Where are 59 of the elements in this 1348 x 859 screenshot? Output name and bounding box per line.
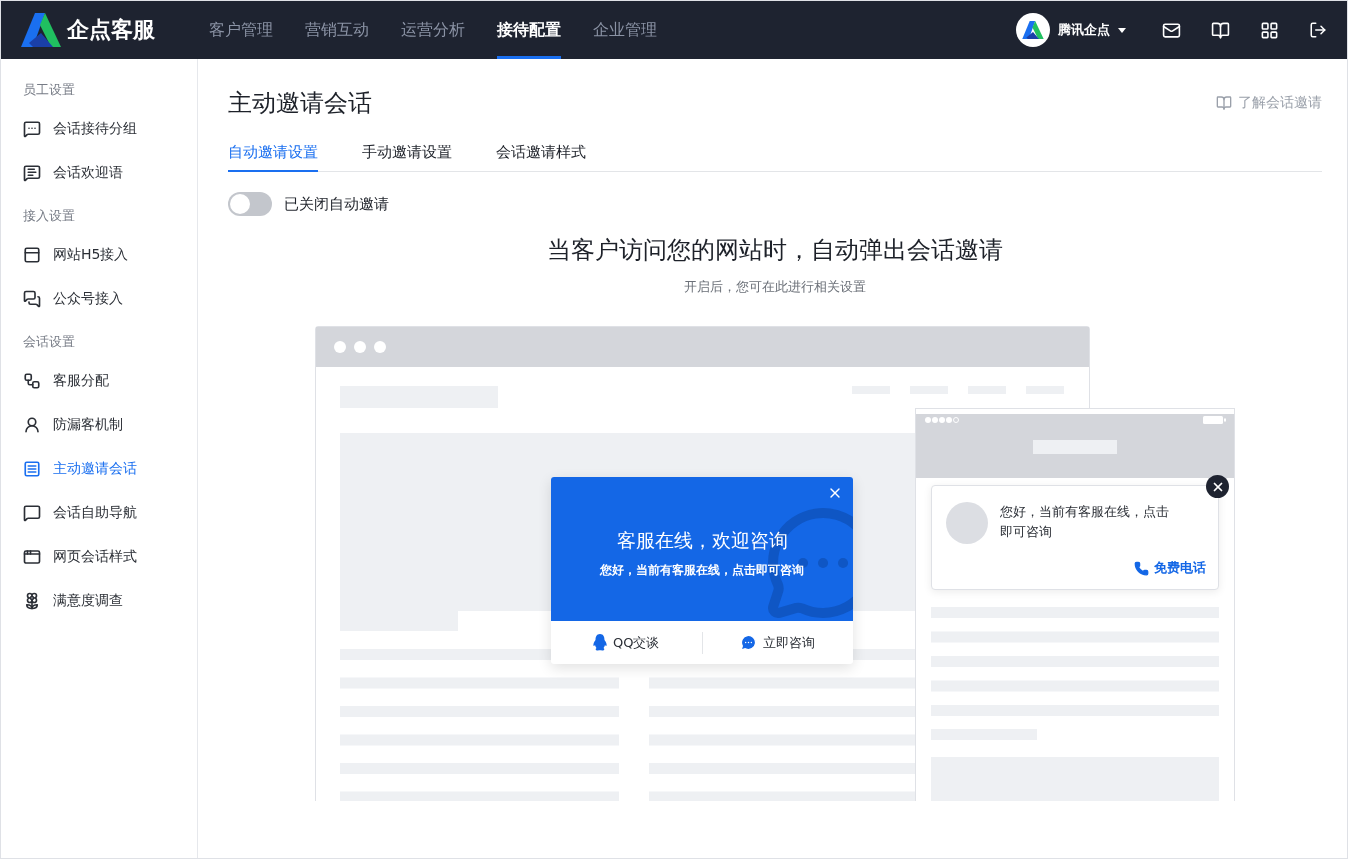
grid-icon[interactable] [1260, 20, 1279, 40]
sidebar-item[interactable]: 防漏客机制 [1, 403, 197, 447]
popup-title: 客服在线，欢迎咨询 [616, 527, 788, 553]
nav-tab[interactable]: 运营分析 [401, 1, 465, 59]
sidebar-item-icon [23, 592, 41, 610]
sidebar-item-icon [23, 372, 41, 390]
nav-tab[interactable]: 营销互动 [305, 1, 369, 59]
sidebar-item[interactable]: 会话欢迎语 [1, 151, 197, 195]
sidebar-item[interactable]: 公众号接入 [1, 277, 197, 321]
consult-button[interactable]: 立即咨询 [702, 632, 853, 653]
book-icon [1216, 95, 1232, 111]
sidebar-item[interactable]: 网页会话样式 [1, 535, 197, 579]
brand-name: 企点客服 [67, 16, 155, 44]
sidebar-item[interactable]: 客服分配 [1, 359, 197, 403]
chat-icon [740, 634, 758, 651]
headline: 当客户访问您的网站时，自动弹出会话邀请 [546, 235, 1004, 266]
sidebar-item-icon [23, 460, 41, 478]
nav-tab[interactable]: 接待配置 [497, 1, 561, 59]
book-icon[interactable] [1211, 20, 1230, 40]
sidebar-item-icon [23, 164, 41, 182]
tab[interactable]: 会话邀请样式 [496, 143, 586, 172]
tab[interactable]: 自动邀请设置 [228, 143, 318, 172]
avatar-placeholder [946, 502, 988, 544]
nav-tab[interactable]: 企业管理 [593, 1, 657, 59]
window-dot [334, 341, 346, 353]
tab[interactable]: 手动邀请设置 [362, 143, 452, 172]
window-dot [354, 341, 366, 353]
sidebar-item[interactable]: 满意度调查 [1, 579, 197, 623]
penguin-icon [593, 634, 607, 651]
sidebar-item-icon [23, 120, 41, 138]
sidebar-item-icon [23, 290, 41, 308]
sidebar-item-icon [23, 416, 41, 434]
sidebar-group-title: 接入设置 [22, 207, 76, 225]
sidebar-item[interactable]: 网站H5接入 [1, 233, 197, 277]
page-title: 主动邀请会话 [228, 88, 372, 119]
nav-tab[interactable]: 客户管理 [209, 1, 273, 59]
caret-icon [1118, 27, 1126, 33]
phone-icon [1134, 561, 1149, 576]
popup-text: 您好，当前有客服在线，点击即可咨询 [600, 561, 804, 579]
subline: 开启后，您可在此进行相关设置 [683, 278, 867, 296]
sidebar-group-title: 员工设置 [22, 81, 76, 99]
window-dot [374, 341, 386, 353]
sidebar-item-icon [23, 246, 41, 264]
sidebar-item-icon [23, 504, 41, 522]
account-menu[interactable]: 腾讯企点 [1016, 13, 1126, 47]
logout-icon[interactable] [1309, 21, 1327, 39]
free-call-link[interactable]: 免费电话 [1134, 560, 1206, 577]
sidebar-item[interactable]: 主动邀请会话 [1, 447, 197, 491]
toggle-switch[interactable] [228, 192, 272, 216]
sidebar-item[interactable]: 会话接待分组 [1, 107, 197, 151]
card-text: 您好，当前有客服在线，点击即可咨询 [1000, 503, 1170, 541]
brand-logo-icon [21, 13, 61, 47]
mail-icon[interactable] [1162, 20, 1181, 40]
sidebar-item[interactable]: 会话自助导航 [1, 491, 197, 535]
toggle-label: 已关闭自动邀请 [284, 194, 389, 214]
sidebar-group-title: 会话设置 [22, 333, 76, 351]
brand-logo-icon [1022, 20, 1044, 40]
sidebar-item-icon [23, 548, 41, 566]
qq-chat-button[interactable]: QQ交谈 [551, 632, 702, 653]
